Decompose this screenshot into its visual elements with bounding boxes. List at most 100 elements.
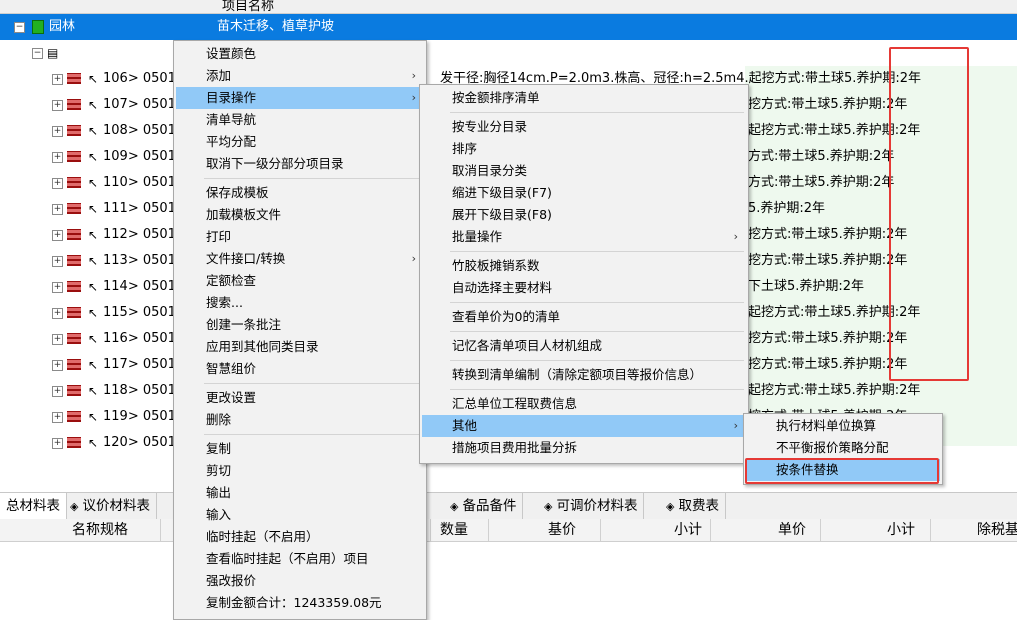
menu-item[interactable]: 缩进下级目录(F7) [422, 182, 746, 204]
menu-item-label: 搜索... [206, 295, 243, 310]
brick-icon [67, 99, 81, 110]
menu-item-label: 记忆各清单项目人材机组成 [452, 338, 603, 353]
menu-item-label: 定额检查 [206, 273, 257, 288]
expand-toggle[interactable]: + [52, 126, 63, 137]
tab-label: 议价材料表 [82, 498, 150, 514]
menu-item[interactable]: 记忆各清单项目人材机组成 [422, 335, 746, 357]
menu-item[interactable]: 执行材料单位换算 [746, 415, 940, 437]
menu-item[interactable]: 批量操作 › [422, 226, 746, 248]
tab[interactable]: ◈ 议价材料表 [64, 493, 157, 519]
menu-item[interactable]: 按专业分目录 [422, 116, 746, 138]
menu-item[interactable]: 不平衡报价策略分配 [746, 437, 940, 459]
menu-item[interactable]: 应用到其他同类目录 [176, 336, 424, 358]
root-label: 园林 [49, 19, 76, 34]
menu-item[interactable]: 加载模板文件 [176, 204, 424, 226]
expand-toggle[interactable]: + [52, 74, 63, 85]
expand-toggle[interactable]: + [52, 308, 63, 319]
tree-row-root[interactable]: − 园林 苗木迁移、植草护坡 [0, 14, 1017, 40]
menu-item[interactable]: 智慧组价 [176, 358, 424, 380]
expand-toggle[interactable]: + [52, 204, 63, 215]
column-header[interactable]: 除税基 [977, 519, 1017, 541]
chevron-right-icon: › [733, 230, 738, 243]
column-divider [488, 519, 489, 541]
column-header[interactable]: 数量 [440, 519, 468, 541]
menu-separator [450, 302, 744, 303]
menu-item[interactable]: 复制金额合计：1243359.08元 [176, 592, 424, 614]
menu-item[interactable]: 输出 [176, 482, 424, 504]
tab[interactable]: ◈ 备品备件 [444, 493, 524, 519]
tree-row-sub[interactable]: − ▤ [0, 40, 1017, 66]
menu-item[interactable]: 汇总单位工程取费信息 [422, 393, 746, 415]
column-header[interactable]: 名称规格 [72, 519, 128, 541]
column-header[interactable]: 基价 [548, 519, 576, 541]
menu-item[interactable]: 平均分配 [176, 131, 424, 153]
menu-item[interactable]: 查看临时挂起（不启用）项目 [176, 548, 424, 570]
menu-item[interactable]: 输入 [176, 504, 424, 526]
expand-toggle[interactable]: + [52, 152, 63, 163]
tab-icon: ◈ [70, 500, 79, 513]
menu-item-label: 输入 [206, 507, 232, 522]
menu-item[interactable]: 搜索... [176, 292, 424, 314]
menu-item[interactable]: 取消目录分类 [422, 160, 746, 182]
brick-icon [67, 125, 81, 136]
menu-item[interactable]: 复制 [176, 438, 424, 460]
expand-toggle[interactable]: + [52, 178, 63, 189]
menu-item[interactable]: 排序 [422, 138, 746, 160]
column-header[interactable]: 单价 [778, 519, 806, 541]
expand-toggle[interactable]: + [52, 100, 63, 111]
column-header[interactable]: 小计 [887, 519, 915, 541]
menu-item[interactable]: 转换到清单编制（清除定额项目等报价信息） [422, 364, 746, 386]
menu-item-label: 不平衡报价策略分配 [776, 440, 889, 455]
expand-toggle[interactable]: + [52, 334, 63, 345]
menu-item[interactable]: 强改报价 [176, 570, 424, 592]
expand-toggle[interactable]: + [52, 386, 63, 397]
row-code: 114> 0501 [103, 279, 176, 294]
menu-item[interactable]: 剪切 [176, 460, 424, 482]
edit-icon: ↖ [88, 124, 99, 138]
menu-item[interactable]: 删除 [176, 409, 424, 431]
menu-item[interactable]: 按金额排序清单 [422, 87, 746, 109]
expand-toggle[interactable]: + [52, 412, 63, 423]
menu-item[interactable]: 打印 [176, 226, 424, 248]
tab[interactable]: 总材料表 [0, 493, 67, 519]
menu-item[interactable]: 设置颜色 [176, 43, 424, 65]
edit-icon: ↖ [88, 176, 99, 190]
collapse-toggle[interactable]: − [32, 48, 43, 59]
menu-item[interactable]: 清单导航 [176, 109, 424, 131]
tab[interactable]: ◈ 可调价材料表 [538, 493, 645, 519]
menu-item[interactable]: 取消下一级分部分项目录 [176, 153, 424, 175]
expand-toggle[interactable]: + [52, 360, 63, 371]
menu-item-label: 取消下一级分部分项目录 [206, 156, 344, 171]
menu-item[interactable]: 查看单价为0的清单 [422, 306, 746, 328]
column-divider [820, 519, 821, 541]
row-code: 112> 0501 [103, 227, 176, 242]
expand-toggle[interactable]: + [52, 438, 63, 449]
menu-item[interactable]: 展开下级目录(F8) [422, 204, 746, 226]
column-header[interactable]: 小计 [674, 519, 702, 541]
menu-item-label: 清单导航 [206, 112, 257, 127]
folder-icon [32, 20, 44, 34]
collapse-toggle[interactable]: − [14, 22, 25, 33]
edit-icon: ↖ [88, 436, 99, 450]
tab[interactable]: ◈ 取费表 [660, 493, 726, 519]
menu-item-label: 措施项目费用批量分拆 [452, 440, 578, 455]
menu-item[interactable]: 自动选择主要材料 [422, 277, 746, 299]
brick-icon [67, 333, 81, 344]
expand-toggle[interactable]: + [52, 256, 63, 267]
menu-item[interactable]: 目录操作 › [176, 87, 424, 109]
context-menu: 设置颜色 添加 › 目录操作 › 清单导航平均分配取消下一级分部分项目录保存成模板 加载模板… [173, 40, 427, 620]
menu-item[interactable]: 措施项目费用批量分拆 [422, 437, 746, 459]
menu-item[interactable]: 创建一条批注 [176, 314, 424, 336]
menu-item[interactable]: 保存成模板 [176, 182, 424, 204]
menu-item[interactable]: 文件接口/转换 › [176, 248, 424, 270]
row-description: 方式:带土球5.养护期:2年 [748, 175, 895, 190]
edit-icon: ↖ [88, 150, 99, 164]
menu-item[interactable]: 其他 › [422, 415, 746, 437]
menu-item[interactable]: 竹胶板摊销系数 [422, 255, 746, 277]
expand-toggle[interactable]: + [52, 230, 63, 241]
expand-toggle[interactable]: + [52, 282, 63, 293]
menu-item[interactable]: 更改设置 [176, 387, 424, 409]
menu-item[interactable]: 定额检查 [176, 270, 424, 292]
menu-item[interactable]: 添加 › [176, 65, 424, 87]
menu-item[interactable]: 临时挂起（不启用） [176, 526, 424, 548]
